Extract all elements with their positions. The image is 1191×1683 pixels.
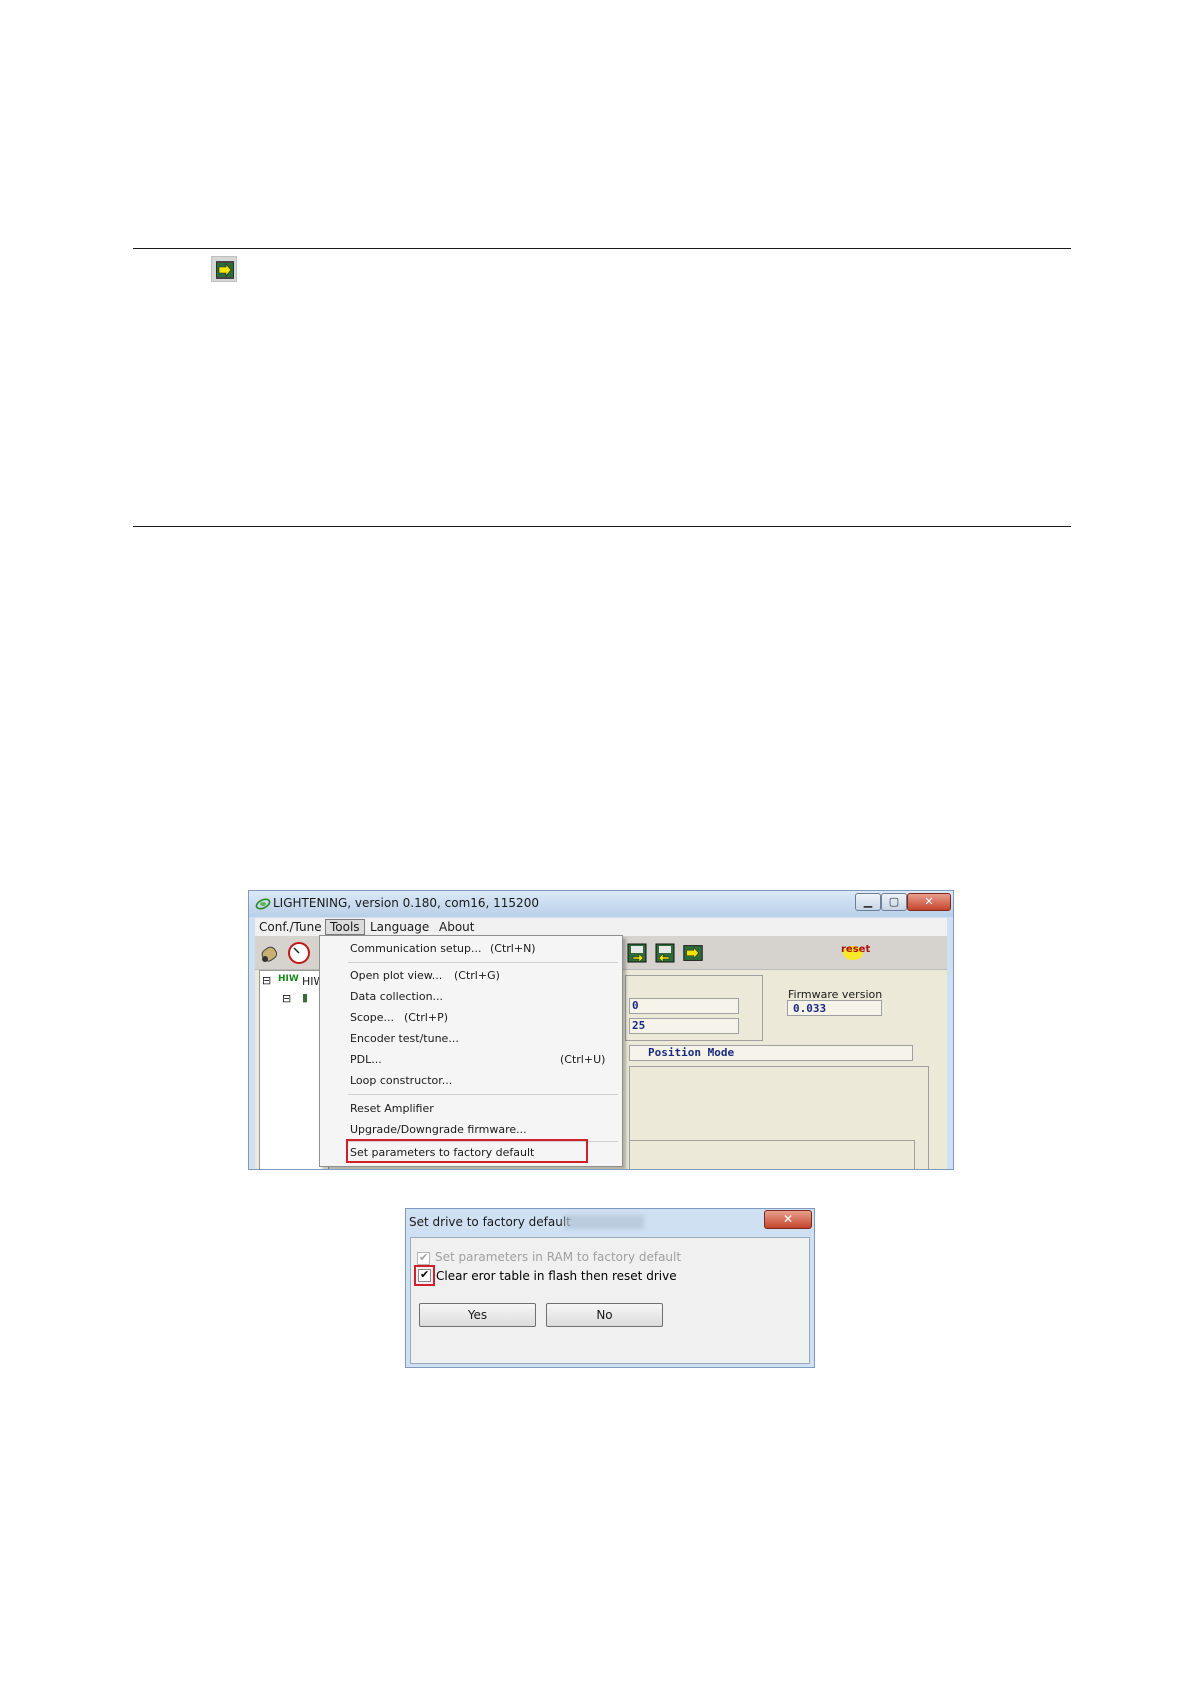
menu-item-scope[interactable]: Scope...	[350, 1011, 394, 1024]
shortcut-communication-setup: (Ctrl+N)	[490, 942, 536, 955]
gauge-icon[interactable]	[287, 941, 311, 965]
factory-default-highlight	[346, 1139, 588, 1163]
menu-separator	[348, 962, 618, 963]
firmware-version-value: 0.033	[793, 1002, 827, 1015]
upload-params-icon[interactable]	[625, 941, 649, 965]
menu-tools[interactable]: Tools	[325, 919, 365, 935]
shortcut-scope: (Ctrl+P)	[404, 1011, 449, 1024]
dialog-title: Set drive to factory default	[409, 1215, 571, 1229]
menu-about[interactable]: About	[439, 920, 474, 934]
menu-item-open-plot-view[interactable]: Open plot view...	[350, 969, 442, 982]
hiwin-logo: HIW	[278, 974, 299, 984]
close-icon: ✕	[924, 895, 934, 908]
checkmark-icon: ✔	[419, 1251, 429, 1264]
menu-item-upgrade-firmware[interactable]: Upgrade/Downgrade firmware...	[350, 1123, 527, 1136]
clear-error-table-highlight	[414, 1265, 435, 1286]
top-divider	[133, 248, 1071, 249]
factory-default-dialog: Set drive to factory default ✕ ✔ Set par…	[405, 1208, 815, 1368]
mode-value: Position Mode	[648, 1046, 735, 1059]
reset-label: reset	[841, 944, 871, 955]
dialog-body: ✔ Set parameters in RAM to factory defau…	[410, 1237, 810, 1364]
close-icon: ✕	[782, 1212, 794, 1226]
menu-item-encoder-test[interactable]: Encoder test/tune...	[350, 1032, 459, 1045]
menu-item-pdl[interactable]: PDL...	[350, 1053, 382, 1066]
bottom-divider	[133, 526, 1071, 527]
minimize-icon: ▁	[863, 895, 873, 908]
menu-item-communication-setup[interactable]: Communication setup...	[350, 942, 481, 955]
reset-drive-toolbar-icon[interactable]	[681, 941, 705, 965]
mode-field: Position Mode	[629, 1045, 913, 1061]
close-button[interactable]: ✕	[907, 893, 951, 911]
menu-separator	[348, 1094, 618, 1095]
tree-collapse-icon[interactable]: ⊟	[262, 974, 271, 987]
reset-drive-icon	[211, 256, 237, 282]
tree-subnode-collapse-icon[interactable]: ⊟	[282, 992, 291, 1005]
menu-item-data-collection[interactable]: Data collection...	[350, 990, 443, 1003]
title-bar: LIGHTENING, version 0.180, com16, 115200…	[249, 891, 953, 917]
drive-node-icon: ▮	[302, 991, 309, 1004]
menu-language[interactable]: Language	[370, 920, 429, 934]
ram-default-checkbox[interactable]: ✔	[417, 1251, 430, 1265]
ram-default-label: Set parameters in RAM to factory default	[435, 1250, 682, 1264]
no-button[interactable]: No	[546, 1303, 663, 1327]
app-logo-icon	[255, 898, 271, 910]
info-group-box	[625, 975, 763, 1041]
lower-inner-panel	[629, 1140, 915, 1169]
menu-item-reset-amplifier[interactable]: Reset Amplifier	[350, 1102, 434, 1115]
dialog-title-blur	[564, 1215, 644, 1229]
menu-conf-tune[interactable]: Conf./Tune	[259, 920, 322, 934]
dialog-close-button[interactable]: ✕	[764, 1210, 812, 1229]
lightening-app-window: LIGHTENING, version 0.180, com16, 115200…	[248, 890, 954, 1170]
maximize-button[interactable]: ▢	[881, 893, 907, 911]
yes-button[interactable]: Yes	[419, 1303, 536, 1327]
shortcut-open-plot-view: (Ctrl+G)	[454, 969, 500, 982]
tools-dropdown-menu: Communication setup... (Ctrl+N) Open plo…	[319, 935, 623, 1167]
clear-error-table-label: Clear eror table in flash then reset dri…	[436, 1269, 677, 1283]
motor-icon[interactable]	[259, 941, 283, 965]
menu-item-loop-constructor[interactable]: Loop constructor...	[350, 1074, 452, 1087]
window-title: LIGHTENING, version 0.180, com16, 115200	[273, 896, 539, 910]
firmware-version-box: 0.033	[787, 1000, 882, 1016]
maximize-icon: ▢	[888, 895, 900, 908]
reset-indicator[interactable]: reset	[840, 944, 870, 962]
menu-bar: Conf./Tune Tools Language About	[255, 918, 947, 936]
download-params-icon[interactable]	[653, 941, 677, 965]
shortcut-pdl: (Ctrl+U)	[560, 1053, 606, 1066]
minimize-button[interactable]: ▁	[855, 893, 881, 911]
